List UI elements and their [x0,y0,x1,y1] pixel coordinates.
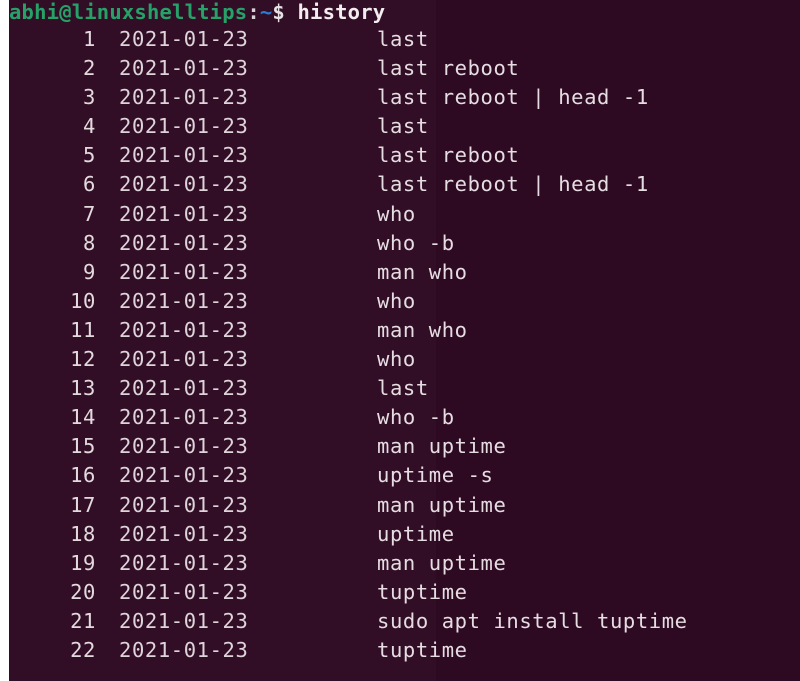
history-date: 2021-01-23 [119,608,249,633]
history-index: 12 [70,347,96,372]
history-index: 21 [70,608,96,633]
history-command: uptime -s [377,463,494,488]
history-index: 3 [83,85,96,110]
history-command: last reboot [377,56,520,81]
history-row: 22 2021-01-23 tuptime [0,636,800,665]
history-row: 4 2021-01-23 last [0,112,800,141]
history-row: 8 2021-01-23 who -b [0,229,800,258]
history-date: 2021-01-23 [119,259,249,284]
history-row: 17 2021-01-23 man uptime [0,491,800,520]
history-index: 9 [83,259,96,284]
history-row: 3 2021-01-23 last reboot | head -1 [0,83,800,112]
history-date: 2021-01-23 [119,201,249,226]
history-row: 18 2021-01-23 uptime [0,520,800,549]
history-index: 17 [70,492,96,517]
entered-command: history [297,0,386,24]
history-row: 10 2021-01-23 who [0,287,800,316]
terminal-window[interactable]: abhi@linuxshelltips:~$ history 1 2021-01-… [0,0,800,681]
history-command: uptime [377,521,455,546]
history-command: last reboot | head -1 [377,172,649,197]
history-row: 5 2021-01-23 last reboot [0,141,800,170]
history-row: 6 2021-01-23 last reboot | head -1 [0,170,800,199]
history-index: 15 [70,434,96,459]
left-page-margin [0,0,9,681]
history-command: man who [377,259,468,284]
history-command: sudo apt install tuptime [377,608,688,633]
history-row: 12 2021-01-23 who [0,345,800,374]
history-index: 4 [83,114,96,139]
history-command: who [377,347,416,372]
history-index: 11 [70,317,96,342]
history-date: 2021-01-23 [119,579,249,604]
history-row: 2 2021-01-23 last reboot [0,54,800,83]
history-command: who [377,201,416,226]
history-index: 19 [70,550,96,575]
terminal-screen[interactable]: abhi@linuxshelltips:~$ history 1 2021-01-… [0,0,800,681]
history-date: 2021-01-23 [119,288,249,313]
history-date: 2021-01-23 [119,27,249,51]
history-command: tuptime [377,637,468,662]
history-date: 2021-01-23 [119,85,249,110]
history-date: 2021-01-23 [119,143,249,168]
history-date: 2021-01-23 [119,492,249,517]
history-row: 9 2021-01-23 man who [0,258,800,287]
history-index: 10 [70,288,96,313]
history-row: 11 2021-01-23 man who [0,316,800,345]
history-index: 20 [70,579,96,604]
history-date: 2021-01-23 [119,434,249,459]
history-row: 14 2021-01-23 who -b [0,403,800,432]
history-index: 7 [83,201,96,226]
history-date: 2021-01-23 [119,56,249,81]
history-date: 2021-01-23 [119,376,249,401]
history-row: 15 2021-01-23 man uptime [0,432,800,461]
history-date: 2021-01-23 [119,550,249,575]
history-command: man uptime [377,434,507,459]
history-row: 21 2021-01-23 sudo apt install tuptime [0,607,800,636]
prompt-user-host: abhi@linuxshelltips [9,0,248,24]
history-command: last [377,27,429,51]
history-date: 2021-01-23 [119,114,249,139]
history-index: 1 [83,27,96,51]
history-index: 16 [70,463,96,488]
history-index: 6 [83,172,96,197]
history-command: who [377,288,416,313]
history-date: 2021-01-23 [119,405,249,430]
history-index: 18 [70,521,96,546]
history-index: 13 [70,376,96,401]
history-command: last [377,114,429,139]
prompt-dollar-symbol: $ [272,0,285,24]
history-command: last reboot | head -1 [377,85,649,110]
history-row: 13 2021-01-23 last [0,374,800,403]
history-output-list: 1 2021-01-23 last 2 2021-01-23 last reboot 3 20… [0,25,800,665]
history-index: 22 [70,637,96,662]
history-date: 2021-01-23 [119,521,249,546]
history-command: tuptime [377,579,468,604]
shell-prompt-line: abhi@linuxshelltips:~$ history [0,0,800,25]
history-command: last [377,376,429,401]
history-index: 8 [83,230,96,255]
history-date: 2021-01-23 [119,230,249,255]
history-date: 2021-01-23 [119,463,249,488]
history-date: 2021-01-23 [119,317,249,342]
history-command: last reboot [377,143,520,168]
history-date: 2021-01-23 [119,347,249,372]
prompt-colon: : [247,0,260,24]
history-date: 2021-01-23 [119,172,249,197]
history-row: 7 2021-01-23 who [0,200,800,229]
history-command: man uptime [377,492,507,517]
history-row: 16 2021-01-23 uptime -s [0,461,800,490]
history-row: 19 2021-01-23 man uptime [0,549,800,578]
history-command: man uptime [377,550,507,575]
history-command: who -b [377,230,455,255]
history-index: 14 [70,405,96,430]
history-index: 2 [83,56,96,81]
prompt-path: ~ [259,0,273,24]
history-command: who -b [377,405,455,430]
history-command: man who [377,317,468,342]
history-row: 20 2021-01-23 tuptime [0,578,800,607]
history-date: 2021-01-23 [119,637,249,662]
history-index: 5 [83,143,96,168]
history-row: 1 2021-01-23 last [0,25,800,54]
